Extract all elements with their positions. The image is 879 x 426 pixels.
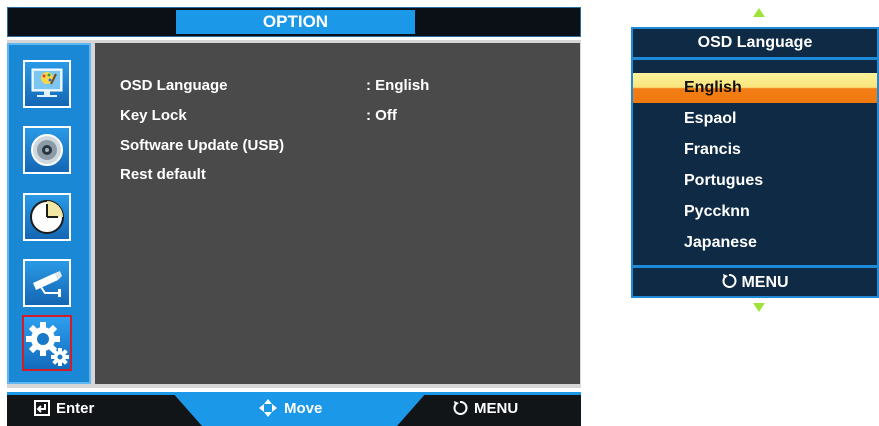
osd-language-popup: OSD Language English Espaol Francis Port… xyxy=(631,27,879,298)
menu-label: MENU xyxy=(474,400,519,417)
enter-hint: Enter xyxy=(34,392,94,426)
popup-menu-label: MENU xyxy=(741,274,789,291)
menu-item-rest-default[interactable]: Rest default xyxy=(120,165,206,185)
language-option-japanese[interactable]: Japanese xyxy=(633,228,877,258)
settings-gears-icon xyxy=(26,322,69,366)
sidebar xyxy=(7,43,91,384)
scroll-up-arrow-icon[interactable] xyxy=(753,8,765,17)
language-option-portugues[interactable]: Portugues xyxy=(633,166,877,196)
clock-icon xyxy=(30,200,64,234)
sidebar-item-camera[interactable] xyxy=(23,259,71,307)
popup-divider-bottom xyxy=(633,265,877,268)
option-menu: OSD Language : English Key Lock : Off So… xyxy=(95,43,580,384)
menu-item-key-lock[interactable]: Key Lock : Off xyxy=(120,106,397,126)
scroll-down-arrow-icon[interactable] xyxy=(753,303,765,312)
return-icon xyxy=(453,400,468,415)
sound-icon xyxy=(31,134,63,166)
popup-title: OSD Language xyxy=(697,34,813,51)
language-option-english[interactable]: English xyxy=(633,73,877,103)
sidebar-item-settings[interactable] xyxy=(22,315,72,371)
sidebar-item-time[interactable] xyxy=(23,193,71,241)
move-arrows-icon xyxy=(259,398,277,417)
enter-label: Enter xyxy=(56,400,95,417)
menu-item-software-update[interactable]: Software Update (USB) xyxy=(120,136,284,156)
page-title: OPTION xyxy=(176,10,415,34)
menu-item-label: Key Lock xyxy=(120,107,187,124)
sidebar-item-picture[interactable] xyxy=(23,60,71,108)
language-option-espaol[interactable]: Espaol xyxy=(633,104,877,134)
menu-item-label: Software Update (USB) xyxy=(120,137,285,154)
move-hint: Move xyxy=(258,392,322,426)
menu-item-label: Rest default xyxy=(120,166,206,183)
menu-item-label: OSD Language xyxy=(120,77,228,94)
footer-bar: Enter Move MENU xyxy=(7,392,581,426)
language-option-pyccknn[interactable]: Pyccknn xyxy=(633,197,877,227)
menu-item-osd-language[interactable]: OSD Language : English xyxy=(120,76,429,96)
enter-icon xyxy=(34,399,50,416)
popup-menu-button[interactable]: MENU xyxy=(633,270,877,296)
menu-hint: MENU xyxy=(452,392,518,426)
popup-divider-top xyxy=(633,57,877,60)
camera-icon xyxy=(33,271,62,297)
return-icon xyxy=(722,274,737,289)
sidebar-item-sound[interactable] xyxy=(23,126,71,174)
language-option-francis[interactable]: Francis xyxy=(633,135,877,165)
menu-item-value: : Off xyxy=(366,107,397,124)
picture-icon xyxy=(31,68,63,97)
move-label: Move xyxy=(284,400,323,417)
menu-item-value: : English xyxy=(366,77,430,94)
title-bar: OPTION xyxy=(7,7,581,37)
